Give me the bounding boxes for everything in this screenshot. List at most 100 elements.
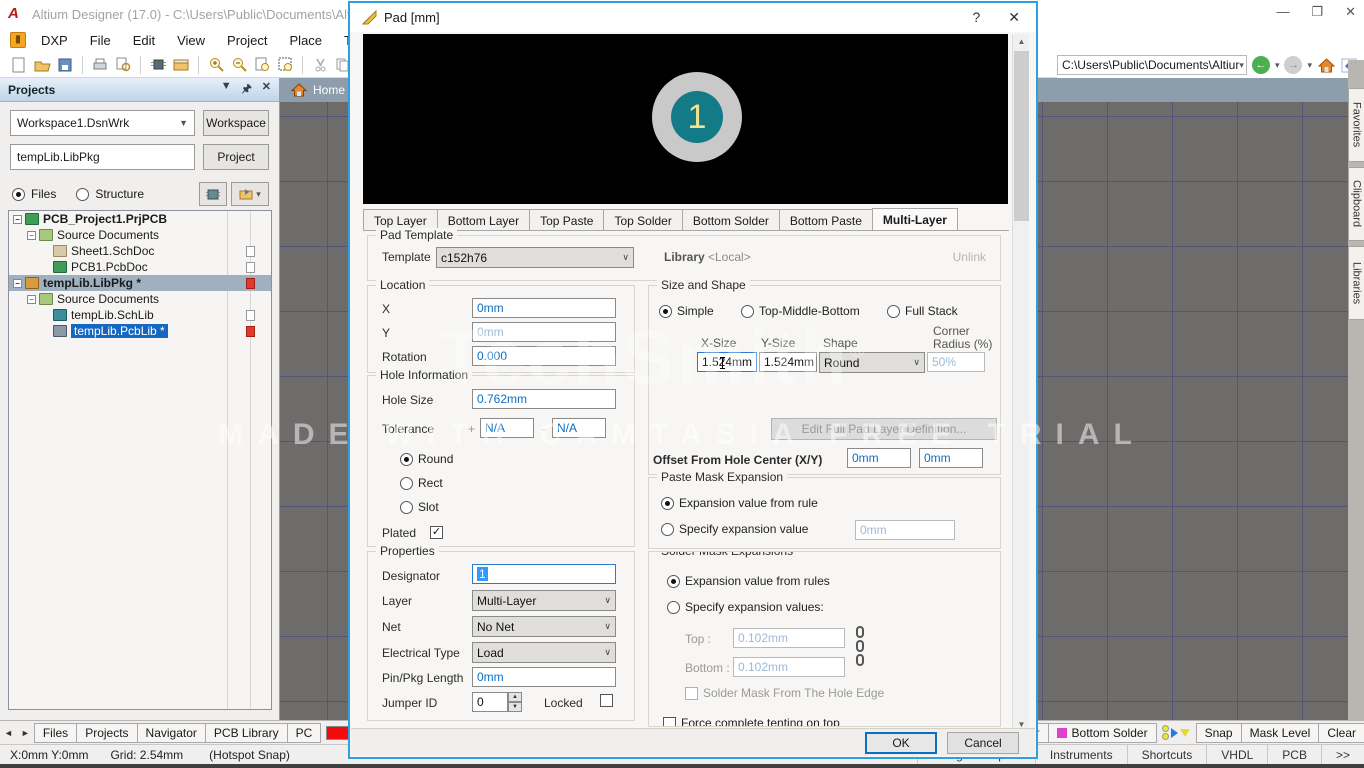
ok-button[interactable]: OK bbox=[865, 732, 937, 754]
structure-radio[interactable] bbox=[76, 188, 89, 201]
panel-pin-icon[interactable]: 🖈 bbox=[242, 80, 252, 99]
back-button[interactable]: ← bbox=[1252, 56, 1270, 74]
hole-size-input[interactable]: 0.762mm bbox=[472, 389, 616, 409]
unlink-button[interactable]: Unlink bbox=[953, 250, 986, 264]
dialog-help-button[interactable]: ? bbox=[972, 9, 980, 26]
tree-item-folder[interactable]: − Source Documents bbox=[9, 291, 271, 307]
minimize-button[interactable]: — bbox=[1276, 4, 1289, 20]
save-icon[interactable] bbox=[56, 56, 74, 74]
panel-dropdown-icon[interactable]: ▼ bbox=[221, 80, 232, 99]
tab-bottom-solder-layer[interactable]: Bottom Solder bbox=[1048, 723, 1157, 743]
project-button[interactable]: Project bbox=[203, 144, 269, 170]
pin-pkg-length-input[interactable]: 0mm bbox=[472, 667, 616, 687]
full-stack-radio[interactable]: Full Stack bbox=[887, 304, 958, 318]
tree-item-project[interactable]: − PCB_Project1.PrjPCB bbox=[9, 211, 271, 227]
tree-item-libpkg[interactable]: − tempLib.LibPkg * bbox=[9, 275, 271, 291]
hole-round-radio[interactable]: Round bbox=[400, 452, 453, 466]
menu-dxp[interactable]: DXP bbox=[32, 31, 77, 50]
home-button-icon[interactable] bbox=[1317, 56, 1335, 74]
open-document-icon[interactable] bbox=[33, 56, 51, 74]
locked-checkbox[interactable] bbox=[600, 694, 613, 707]
layer-select[interactable]: Multi-Layer∨ bbox=[472, 590, 616, 611]
forward-button[interactable]: → bbox=[1284, 56, 1302, 74]
solder-from-rules-radio[interactable]: Expansion value from rules bbox=[667, 574, 830, 588]
tab-bottom-paste[interactable]: Bottom Paste bbox=[779, 209, 873, 231]
electrical-type-select[interactable]: Load∨ bbox=[472, 642, 616, 663]
solder-top-input[interactable]: 0.102mm bbox=[733, 628, 845, 648]
print-preview-icon[interactable] bbox=[114, 56, 132, 74]
mask-level-button[interactable]: Mask Level bbox=[1241, 723, 1320, 743]
files-radio[interactable] bbox=[12, 188, 25, 201]
status-instruments[interactable]: Instruments bbox=[1035, 745, 1127, 765]
solder-bottom-input[interactable]: 0.102mm bbox=[733, 657, 845, 677]
edit-full-pad-button[interactable]: Edit Full Pad Layer Definition... bbox=[771, 418, 997, 440]
solder-specify-radio[interactable]: Specify expansion values: bbox=[667, 600, 824, 614]
tab-clipboard[interactable]: Clipboard bbox=[1348, 167, 1364, 241]
paste-from-rule-radio[interactable]: Expansion value from rule bbox=[661, 496, 818, 510]
cut-icon[interactable] bbox=[311, 56, 329, 74]
tab-projects[interactable]: Projects bbox=[76, 723, 137, 743]
filter-icon[interactable] bbox=[1180, 729, 1190, 737]
menu-edit[interactable]: Edit bbox=[124, 31, 164, 50]
collapse-icon[interactable]: − bbox=[13, 279, 22, 288]
x-size-input[interactable]: 1.524mm bbox=[697, 352, 757, 372]
collapse-icon[interactable]: − bbox=[27, 295, 36, 304]
tree-item-pcbdoc[interactable]: PCB1.PcbDoc bbox=[9, 259, 271, 275]
tree-item-schlib[interactable]: tempLib.SchLib bbox=[9, 307, 271, 323]
scroll-up-icon[interactable]: ▲ bbox=[1013, 34, 1030, 50]
workspace-select[interactable]: Workspace1.DsnWrk ▼ bbox=[10, 110, 195, 136]
plated-checkbox[interactable]: ✓ bbox=[430, 526, 443, 539]
component-view-button[interactable] bbox=[199, 182, 227, 206]
tolerance-plus-input[interactable]: N/A bbox=[480, 418, 534, 438]
net-select[interactable]: No Net∨ bbox=[472, 616, 616, 637]
collapse-icon[interactable]: − bbox=[13, 215, 22, 224]
tab-top-solder[interactable]: Top Solder bbox=[603, 209, 682, 231]
simple-radio[interactable]: Simple bbox=[659, 304, 714, 318]
jumper-id-input[interactable]: 0 bbox=[472, 692, 508, 712]
new-document-icon[interactable] bbox=[10, 56, 28, 74]
y-size-input[interactable]: 1.524mm bbox=[759, 352, 817, 372]
force-tenting-checkbox[interactable]: Force complete tenting on top bbox=[663, 716, 840, 727]
home-tab[interactable]: Home bbox=[313, 83, 345, 97]
status-vhdl[interactable]: VHDL bbox=[1206, 745, 1267, 765]
dialog-close-button[interactable]: ✕ bbox=[1008, 9, 1020, 26]
offset-x-input[interactable]: 0mm bbox=[847, 448, 911, 468]
shape-select[interactable]: Round∨ bbox=[819, 352, 925, 373]
tree-item-folder[interactable]: − Source Documents bbox=[9, 227, 271, 243]
corner-radius-input[interactable]: 50% bbox=[927, 352, 985, 372]
snap-button[interactable]: Snap bbox=[1196, 723, 1242, 743]
address-input[interactable]: C:\Users\Public\Documents\Altiur ▾ bbox=[1057, 55, 1247, 75]
designator-input[interactable]: 1 bbox=[472, 564, 616, 584]
scrollbar-thumb[interactable] bbox=[1014, 51, 1029, 221]
menu-place[interactable]: Place bbox=[281, 31, 332, 50]
layer-arrow-icon[interactable] bbox=[1171, 728, 1178, 738]
zoom-selection-icon[interactable] bbox=[276, 56, 294, 74]
open-project-button[interactable]: ▾ bbox=[231, 182, 269, 206]
link-values-icon[interactable] bbox=[855, 626, 865, 666]
zoom-document-icon[interactable] bbox=[253, 56, 271, 74]
cancel-button[interactable]: Cancel bbox=[947, 732, 1019, 754]
menu-project[interactable]: Project bbox=[218, 31, 276, 50]
top-middle-bottom-radio[interactable]: Top-Middle-Bottom bbox=[741, 304, 860, 318]
tab-files[interactable]: Files bbox=[34, 723, 77, 743]
maximize-button[interactable]: ❐ bbox=[1311, 4, 1323, 20]
tab-pcb-clipped[interactable]: PC bbox=[287, 723, 322, 743]
tab-scroll-right-icon[interactable]: ► bbox=[17, 728, 34, 738]
tab-scroll-left-icon[interactable]: ◄ bbox=[0, 728, 17, 738]
x-input[interactable]: 0mm bbox=[472, 298, 616, 318]
component-icon[interactable] bbox=[149, 56, 167, 74]
tab-libraries[interactable]: Libraries bbox=[1348, 246, 1364, 320]
panel-close-icon[interactable]: ✕ bbox=[262, 80, 271, 99]
rotation-input[interactable]: 0.000 bbox=[472, 346, 616, 366]
tab-multi-layer[interactable]: Multi-Layer bbox=[872, 208, 958, 231]
menu-view[interactable]: View bbox=[168, 31, 214, 50]
paste-expansion-input[interactable]: 0mm bbox=[855, 520, 955, 540]
tab-bottom-solder[interactable]: Bottom Solder bbox=[682, 209, 780, 231]
tab-pcb-library[interactable]: PCB Library bbox=[205, 723, 288, 743]
zoom-in-icon[interactable] bbox=[207, 56, 225, 74]
solder-hole-edge-checkbox[interactable]: Solder Mask From The Hole Edge bbox=[685, 686, 884, 700]
status-shortcuts[interactable]: Shortcuts bbox=[1127, 745, 1207, 765]
workspace-button[interactable]: Workspace bbox=[203, 110, 269, 136]
offset-y-input[interactable]: 0mm bbox=[919, 448, 983, 468]
y-input[interactable]: 0mm bbox=[472, 322, 616, 342]
